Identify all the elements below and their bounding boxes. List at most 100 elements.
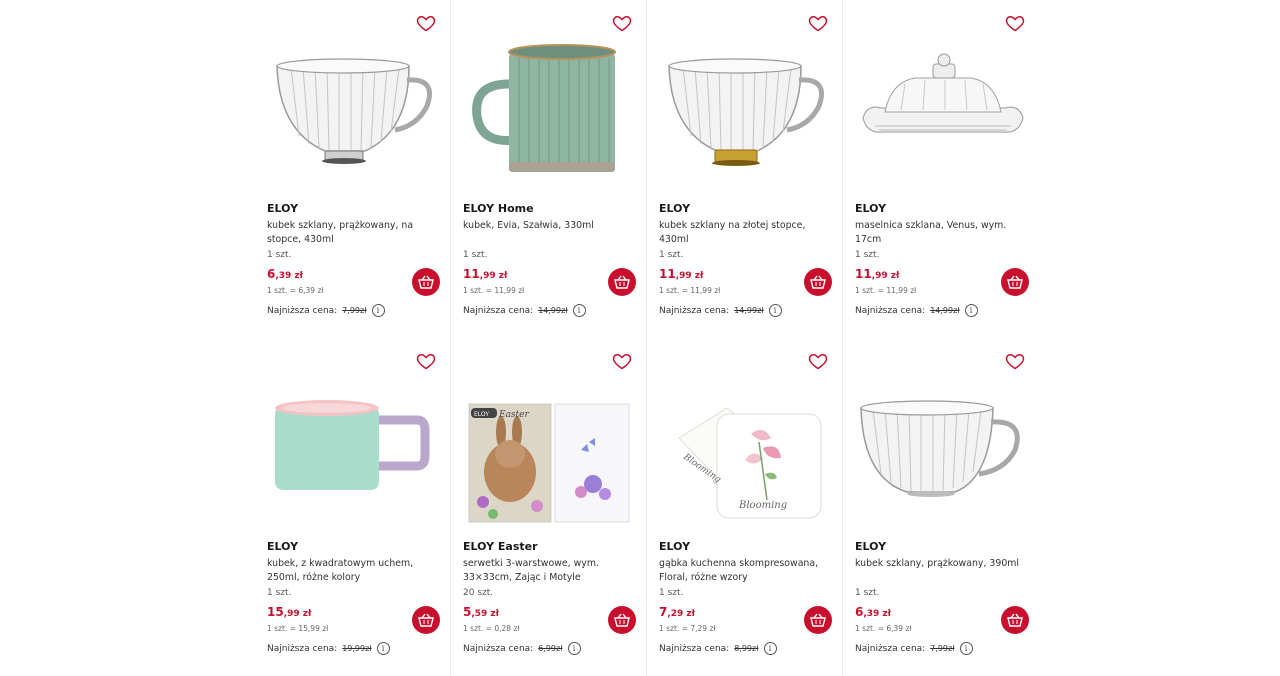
price-decimal: ,39 zł [863, 609, 892, 619]
heart-icon[interactable] [1005, 13, 1025, 33]
lowest-price-label: Najniższa cena: [855, 643, 926, 654]
product-description[interactable]: serwetki 3-warstwowe, wym. 33×33cm, Zają… [463, 557, 639, 585]
old-price: 14,99zł [538, 306, 568, 315]
add-to-cart-button[interactable] [608, 268, 636, 296]
lowest-price-label: Najniższa cena: [463, 643, 534, 654]
info-icon[interactable]: i [763, 642, 777, 655]
lowest-price: Najniższa cena: 7,99zł i [855, 642, 973, 655]
price-decimal: ,29 zł [667, 609, 696, 619]
napkin-label: Easter [498, 410, 529, 420]
product-description[interactable]: kubek szklany, prążkowany, na stopce, 43… [267, 219, 443, 247]
unit-price: 1 szt. = 15,99 zł [267, 624, 329, 633]
lowest-price-label: Najniższa cena: [855, 305, 926, 316]
basket-icon [810, 613, 826, 627]
heart-icon[interactable] [808, 13, 828, 33]
info-icon[interactable]: i [959, 642, 973, 655]
product-card[interactable]: Blooming Blooming ELOY gąbka kuchenna sk… [647, 338, 843, 676]
heart-icon[interactable] [1005, 351, 1025, 371]
product-card[interactable]: ELOY kubek, z kwadratowym uchem, 250ml, … [255, 338, 451, 676]
price-integer: 11 [659, 267, 676, 281]
add-to-cart-button[interactable] [1001, 606, 1029, 634]
product-quantity: 20 szt. [463, 588, 494, 598]
product-price: 5,59 zł [463, 605, 499, 619]
info-icon[interactable]: i [371, 304, 385, 317]
product-quantity: 1 szt. [659, 250, 684, 260]
product-quantity: 1 szt. [463, 250, 488, 260]
heart-icon[interactable] [416, 13, 436, 33]
product-price: 11,99 zł [855, 267, 899, 281]
basket-icon [418, 613, 434, 627]
lowest-price: Najniższa cena: 7,99zł i [267, 304, 385, 317]
product-image[interactable]: Blooming Blooming [659, 374, 831, 524]
product-image[interactable] [659, 36, 831, 186]
product-card[interactable]: ELOY Easter ELOY Easter serwetki 3-warst… [451, 338, 647, 676]
heart-icon[interactable] [612, 351, 632, 371]
product-brand[interactable]: ELOY [659, 540, 690, 553]
product-brand[interactable]: ELOY [855, 540, 886, 553]
info-icon[interactable]: i [572, 304, 586, 317]
lowest-price: Najniższa cena: 14,99zł i [855, 304, 978, 317]
heart-icon[interactable] [612, 13, 632, 33]
add-to-cart-button[interactable] [412, 606, 440, 634]
price-decimal: ,59 zł [471, 609, 500, 619]
product-brand[interactable]: ELOY Easter [463, 540, 538, 553]
product-brand[interactable]: ELOY Home [463, 202, 534, 215]
price-decimal: ,99 zł [283, 609, 312, 619]
lowest-price: Najniższa cena: 8,99zł i [659, 642, 777, 655]
old-price: 7,99zł [930, 644, 955, 653]
price-decimal: ,99 zł [479, 271, 508, 281]
price-integer: 11 [855, 267, 872, 281]
add-to-cart-button[interactable] [804, 606, 832, 634]
product-card[interactable]: ELOY kubek szklany na złotej stopce, 430… [647, 0, 843, 338]
add-to-cart-button[interactable] [608, 606, 636, 634]
basket-icon [418, 275, 434, 289]
product-image[interactable] [855, 36, 1027, 186]
lowest-price-label: Najniższa cena: [659, 643, 730, 654]
add-to-cart-button[interactable] [1001, 268, 1029, 296]
product-image[interactable]: ELOY Easter [463, 374, 635, 524]
lowest-price-label: Najniższa cena: [463, 305, 534, 316]
product-description[interactable]: maselnica szklana, Venus, wym. 17cm [855, 219, 1031, 247]
product-image[interactable] [463, 36, 635, 186]
product-description[interactable]: kubek szklany na złotej stopce, 430ml [659, 219, 835, 247]
product-description[interactable]: kubek, Evia, Szałwia, 330ml [463, 219, 639, 233]
product-card[interactable]: ELOY Home kubek, Evia, Szałwia, 330ml 1 … [451, 0, 647, 338]
old-price: 14,99zł [734, 306, 764, 315]
product-price: 6,39 zł [855, 605, 891, 619]
product-brand[interactable]: ELOY [267, 202, 298, 215]
old-price: 8,99zł [734, 644, 759, 653]
add-to-cart-button[interactable] [804, 268, 832, 296]
product-brand[interactable]: ELOY [267, 540, 298, 553]
lowest-price-label: Najniższa cena: [267, 643, 338, 654]
product-card[interactable]: ELOY maselnica szklana, Venus, wym. 17cm… [843, 0, 1039, 338]
product-card[interactable]: ELOY kubek szklany, prążkowany, 390ml 1 … [843, 338, 1039, 676]
product-brand[interactable]: ELOY [855, 202, 886, 215]
info-icon[interactable]: i [964, 304, 978, 317]
add-to-cart-button[interactable] [412, 268, 440, 296]
basket-icon [810, 275, 826, 289]
product-image[interactable] [267, 374, 439, 524]
product-brand[interactable]: ELOY [659, 202, 690, 215]
info-icon[interactable]: i [768, 304, 782, 317]
unit-price: 1 szt. = 11,99 zł [463, 286, 525, 295]
basket-icon [614, 275, 630, 289]
product-description[interactable]: kubek, z kwadratowym uchem, 250ml, różne… [267, 557, 443, 585]
old-price: 7,99zł [342, 306, 367, 315]
unit-price: 1 szt. = 6,39 zł [855, 624, 912, 633]
product-card[interactable]: ELOY kubek szklany, prążkowany, na stopc… [255, 0, 451, 338]
unit-price: 1 szt. = 11,99 zł [855, 286, 917, 295]
product-image[interactable] [267, 36, 439, 186]
info-icon[interactable]: i [567, 642, 581, 655]
product-quantity: 1 szt. [267, 588, 292, 598]
product-description[interactable]: kubek szklany, prążkowany, 390ml [855, 557, 1031, 571]
heart-icon[interactable] [416, 351, 436, 371]
product-image[interactable] [855, 374, 1027, 524]
old-price: 6,99zł [538, 644, 563, 653]
basket-icon [1007, 275, 1023, 289]
info-icon[interactable]: i [376, 642, 390, 655]
product-quantity: 1 szt. [855, 588, 880, 598]
product-price: 11,99 zł [659, 267, 703, 281]
price-integer: 15 [267, 605, 284, 619]
heart-icon[interactable] [808, 351, 828, 371]
product-description[interactable]: gąbka kuchenna skompresowana, Floral, ró… [659, 557, 835, 585]
